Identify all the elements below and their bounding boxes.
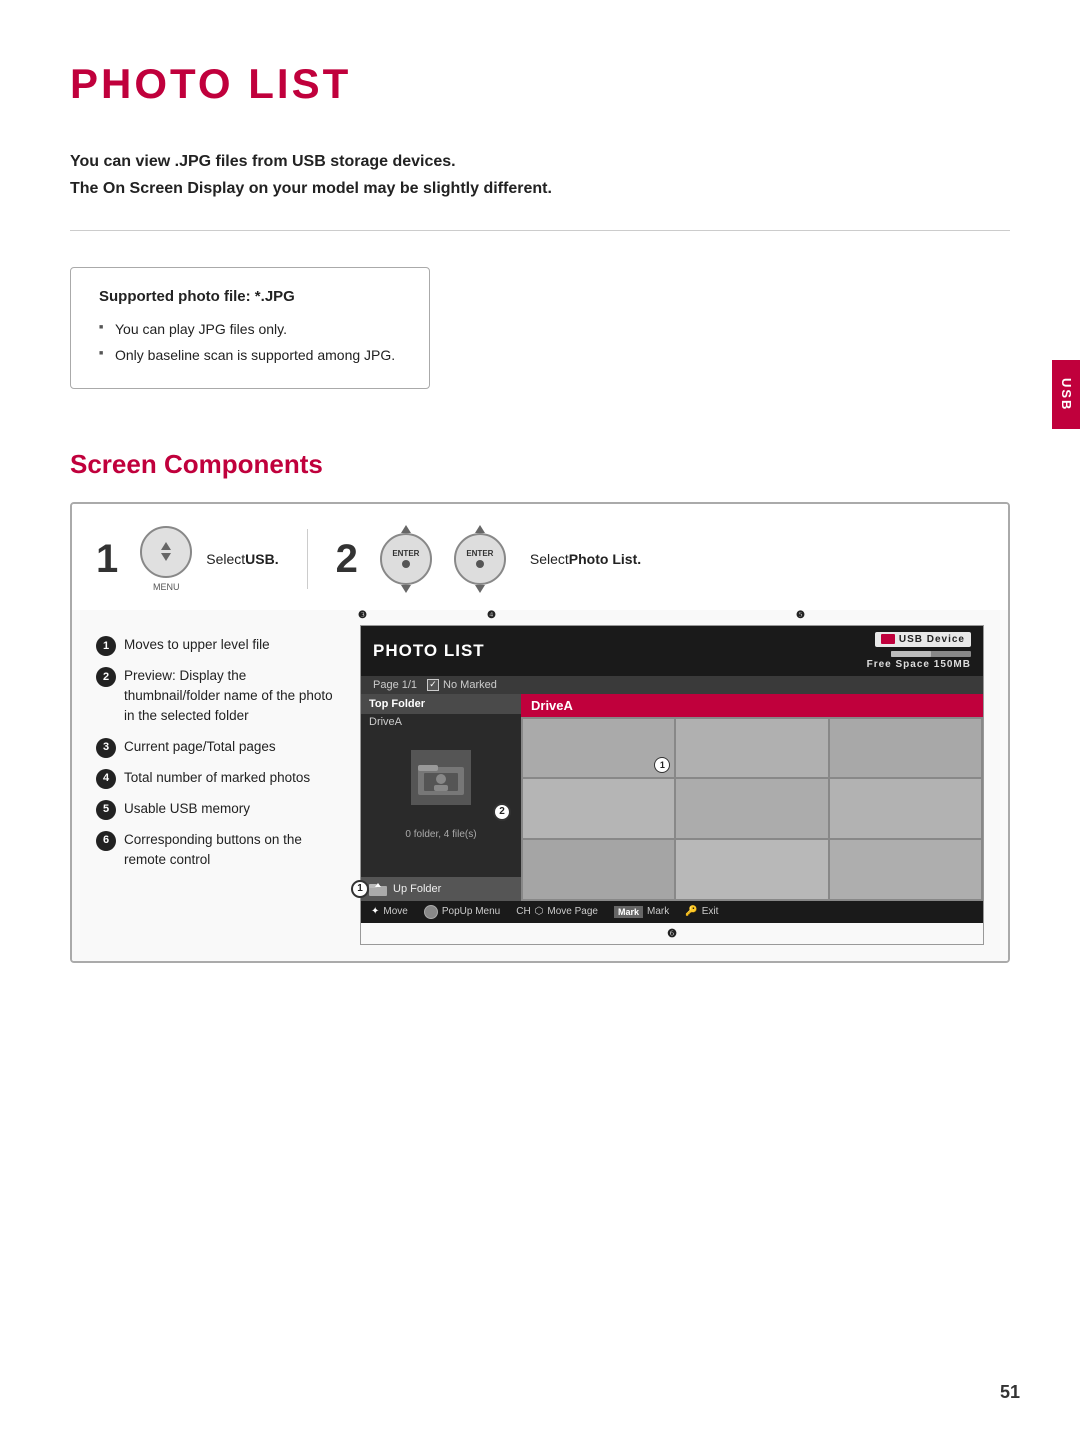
- drive-selected-bar: DriveA: [521, 694, 983, 717]
- screen-header-right: USB Device Free Space 150MB: [867, 632, 971, 670]
- desc-item-2: 2 Preview: Display the thumbnail/folder …: [96, 666, 336, 727]
- screen-mockup: PHOTO LIST USB Device Free Space 150MB: [360, 625, 984, 945]
- up-folder-icon: [369, 882, 387, 896]
- enter2-up-arrow: [475, 525, 485, 533]
- intro-block: You can view .JPG files from USB storage…: [70, 148, 1010, 202]
- main-content: PHOTO LIST You can view .JPG files from …: [0, 0, 1080, 1043]
- footer-movepage: CH ⬡ Move Page: [516, 906, 598, 917]
- checkbox-icon: ✓: [427, 679, 439, 691]
- desc-list: 1 Moves to upper level file 2 Preview: D…: [96, 625, 336, 945]
- remote-nav-wheel: [140, 526, 192, 578]
- step-separator: [307, 529, 308, 589]
- grid-cell-2: [676, 719, 827, 778]
- desc-item-3: 3 Current page/Total pages: [96, 737, 336, 758]
- desc-item-6: 6 Corresponding buttons on the remote co…: [96, 830, 336, 871]
- callout-2: 2: [493, 803, 511, 821]
- photo-grid: 1: [521, 717, 983, 901]
- menu-label: MENU: [153, 582, 180, 592]
- desc-num-5: 5: [96, 800, 116, 820]
- usb-tab: USB: [1052, 360, 1080, 429]
- info-box: Supported photo file: *.JPG You can play…: [70, 267, 430, 388]
- step2-number: 2: [336, 539, 358, 579]
- page-title: PHOTO LIST: [70, 60, 1010, 108]
- callout-6-label: ❻: [667, 927, 677, 940]
- list-item: You can play JPG files only.: [99, 317, 401, 342]
- mark-badge: Mark: [614, 906, 643, 918]
- footer-exit: 🔑 Exit: [685, 906, 718, 917]
- desc-num-6: 6: [96, 831, 116, 851]
- up-folder-bar: Up Folder: [361, 877, 521, 901]
- select-usb-text: Select USB.: [206, 551, 278, 567]
- arrow-down-icon: [161, 553, 171, 561]
- step1-block: 1 MENU Select USB.: [96, 526, 279, 592]
- free-space-text: Free Space 150MB: [867, 659, 971, 670]
- enter-btn-2: ENTER: [454, 533, 506, 585]
- diagram-container: 1 MENU Select USB.: [70, 502, 1010, 963]
- enter1-up-arrow: [401, 525, 411, 533]
- select-photolist-text: Select Photo List.: [530, 551, 641, 567]
- grid-callout-1: 1: [654, 757, 670, 773]
- footer-mark: Mark Mark: [614, 906, 669, 918]
- folder-icon: [416, 757, 466, 797]
- screen-subheader: Page 1/1 ✓ No Marked: [361, 676, 983, 694]
- screen-header: PHOTO LIST USB Device Free Space 150MB: [361, 626, 983, 676]
- folder-name: DriveA: [361, 714, 521, 730]
- screen-footer: ✦ Move PopUp Menu CH ⬡ Move Page Mark: [361, 901, 983, 923]
- grid-cell-7: [523, 840, 674, 899]
- callout-3-label: ❸: [358, 610, 367, 621]
- grid-cell-8: [676, 840, 827, 899]
- footer-popup: PopUp Menu: [424, 905, 500, 919]
- grid-cell-1: 1: [523, 719, 674, 778]
- info-box-title: Supported photo file: *.JPG: [99, 288, 401, 305]
- desc-and-screen: 1 Moves to upper level file 2 Preview: D…: [72, 625, 1008, 961]
- grid-cell-9: [830, 840, 981, 899]
- enter1-down-arrow: [401, 585, 411, 593]
- enter2-down-arrow: [475, 585, 485, 593]
- folder-count: 0 folder, 4 file(s): [361, 825, 521, 844]
- step2-block: 2 ENTER: [336, 533, 642, 585]
- grid-cell-4: [523, 779, 674, 838]
- usb-icon: [881, 634, 895, 644]
- right-area: DriveA 1: [521, 694, 983, 901]
- footer-move: ✦ Move: [371, 906, 408, 917]
- up-folder-container: Up Folder 1: [361, 877, 521, 901]
- folder-thumbnail: [411, 750, 471, 805]
- desc-num-2: 2: [96, 667, 116, 687]
- intro-line1: You can view .JPG files from USB storage…: [70, 148, 1010, 175]
- screen-body: Top Folder DriveA: [361, 694, 983, 901]
- screen-title: PHOTO LIST: [373, 641, 485, 661]
- info-box-list: You can play JPG files only. Only baseli…: [99, 317, 401, 367]
- page-number: 51: [1000, 1382, 1020, 1403]
- arrow-up-icon: [161, 542, 171, 550]
- callout-4-label: ❹: [487, 610, 496, 621]
- section-title: Screen Components: [70, 449, 1010, 480]
- callout-6-row: ❻: [361, 923, 983, 944]
- grid-cell-6: [830, 779, 981, 838]
- instruction-row: 1 MENU Select USB.: [72, 504, 1008, 610]
- grid-cell-5: [676, 779, 827, 838]
- desc-num-1: 1: [96, 636, 116, 656]
- desc-item-4: 4 Total number of marked photos: [96, 768, 336, 789]
- enter-btn-1: ENTER: [380, 533, 432, 585]
- grid-cell-3: [830, 719, 981, 778]
- desc-num-4: 4: [96, 769, 116, 789]
- intro-line2: The On Screen Display on your model may …: [70, 175, 1010, 202]
- desc-item-5: 5 Usable USB memory: [96, 799, 336, 820]
- folder-header: Top Folder: [361, 694, 521, 714]
- divider: [70, 230, 1010, 231]
- list-item: Only baseline scan is supported among JP…: [99, 343, 401, 368]
- step1-number: 1: [96, 539, 118, 579]
- no-marked: ✓ No Marked: [427, 679, 497, 691]
- callout-1: 1: [351, 880, 369, 898]
- left-panel: Top Folder DriveA: [361, 694, 521, 901]
- desc-num-3: 3: [96, 738, 116, 758]
- callout-5-label: ❺: [796, 610, 805, 621]
- desc-item-1: 1 Moves to upper level file: [96, 635, 336, 656]
- callout-row: ❸ ❹ ❺: [72, 610, 1008, 621]
- usb-device-badge: USB Device: [875, 632, 971, 647]
